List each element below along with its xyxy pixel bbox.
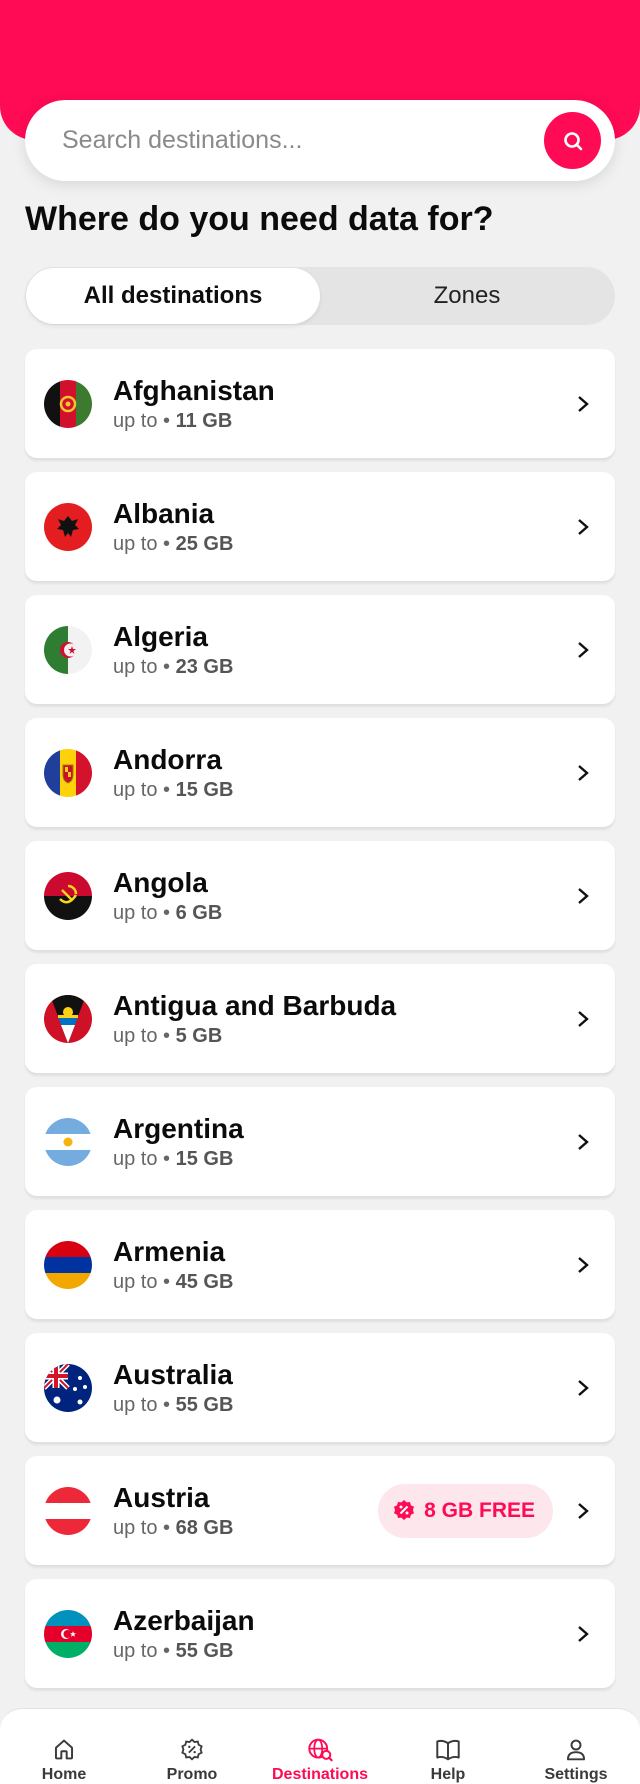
armenia-flag-icon <box>44 1240 92 1289</box>
chevron-right-icon <box>571 1007 595 1031</box>
nav-item-help[interactable]: Help <box>384 1709 512 1784</box>
data-amount: up to • 55 GB <box>113 1394 234 1416</box>
user-icon <box>566 1739 586 1761</box>
search-button[interactable] <box>544 112 601 169</box>
chevron-right-icon <box>571 1622 595 1646</box>
destination-item-andorra[interactable]: Andorra up to • 15 GB <box>25 718 615 827</box>
chevron-right-icon <box>571 761 595 785</box>
destination-item-azerbaijan[interactable]: Azerbaijan up to • 55 GB <box>25 1579 615 1688</box>
destination-item-angola[interactable]: Angola up to • 6 GB <box>25 841 615 950</box>
free-data-badge: 8 GB FREE <box>378 1483 553 1538</box>
chevron-right-icon <box>571 1130 595 1154</box>
country-name: Antigua and Barbuda <box>113 990 397 1021</box>
search-bar[interactable] <box>25 100 615 181</box>
nav-item-settings[interactable]: Settings <box>512 1709 640 1784</box>
country-name: Algeria <box>113 621 208 652</box>
destination-item-austria[interactable]: Austria up to • 68 GB 8 GB FREE <box>25 1456 615 1565</box>
nav-item-home[interactable]: Home <box>0 1709 128 1784</box>
country-name: Australia <box>113 1359 233 1390</box>
country-name: Andorra <box>113 744 222 775</box>
nav-label: Destinations <box>271 1766 368 1783</box>
afghanistan-flag-icon <box>44 379 92 428</box>
chevron-right-icon <box>571 884 595 908</box>
country-name: Albania <box>113 498 215 529</box>
australia-flag-icon <box>44 1363 92 1412</box>
tab-zones[interactable]: Zones <box>320 268 614 324</box>
country-name: Angola <box>113 867 208 898</box>
angola-flag-icon <box>44 871 92 920</box>
promo-icon <box>181 1738 203 1761</box>
chevron-right-icon <box>571 1499 595 1523</box>
algeria-flag-icon <box>44 625 92 674</box>
azerbaijan-flag-icon <box>44 1609 92 1658</box>
albania-flag-icon <box>44 502 92 551</box>
data-amount: up to • 45 GB <box>113 1271 234 1293</box>
globe-search-icon <box>308 1738 333 1762</box>
country-name: Austria <box>113 1482 210 1513</box>
destination-item-afghanistan[interactable]: Afghanistan up to • 11 GB <box>25 349 615 458</box>
nav-item-destinations[interactable]: Destinations <box>256 1709 384 1784</box>
country-name: Armenia <box>113 1236 226 1267</box>
chevron-right-icon <box>571 638 595 662</box>
nav-label: Help <box>430 1766 466 1783</box>
book-icon <box>436 1739 460 1761</box>
bottom-navigation: Home Promo Destinations Help Settings <box>0 1708 640 1784</box>
argentina-flag-icon <box>44 1117 92 1166</box>
nav-label: Home <box>41 1766 87 1783</box>
andorra-flag-icon <box>44 748 92 797</box>
country-name: Azerbaijan <box>113 1605 255 1636</box>
search-icon <box>563 131 582 150</box>
destination-item-algeria[interactable]: Algeria up to • 23 GB <box>25 595 615 704</box>
home-icon <box>54 1739 74 1760</box>
nav-label: Promo <box>166 1766 218 1783</box>
data-amount: up to • 55 GB <box>113 1640 234 1662</box>
data-amount: up to • 5 GB <box>113 1025 223 1047</box>
destination-tabs: All destinations Zones <box>25 267 615 325</box>
data-amount: up to • 68 GB <box>113 1517 234 1539</box>
data-amount: up to • 23 GB <box>113 656 234 678</box>
data-amount: up to • 15 GB <box>113 779 234 801</box>
page-title: Where do you need data for? <box>25 200 494 238</box>
free-data-label: 8 GB FREE <box>424 1498 535 1522</box>
data-amount: up to • 11 GB <box>113 410 233 432</box>
chevron-right-icon <box>571 515 595 539</box>
discount-icon <box>394 1499 415 1520</box>
tab-all-destinations[interactable]: All destinations <box>26 268 320 324</box>
nav-item-promo[interactable]: Promo <box>128 1709 256 1784</box>
nav-label: Settings <box>544 1766 608 1783</box>
destination-item-argentina[interactable]: Argentina up to • 15 GB <box>25 1087 615 1196</box>
data-amount: up to • 25 GB <box>113 533 234 555</box>
destination-item-armenia[interactable]: Armenia up to • 45 GB <box>25 1210 615 1319</box>
austria-flag-icon <box>44 1486 92 1535</box>
destination-item-albania[interactable]: Albania up to • 25 GB <box>25 472 615 581</box>
destination-item-antigua-and-barbuda[interactable]: Antigua and Barbuda up to • 5 GB <box>25 964 615 1073</box>
data-amount: up to • 15 GB <box>113 1148 234 1170</box>
search-input[interactable] <box>62 126 544 155</box>
country-name: Argentina <box>113 1113 244 1144</box>
antigua-flag-icon <box>44 994 92 1043</box>
country-name: Afghanistan <box>113 375 275 406</box>
data-amount: up to • 6 GB <box>113 902 223 924</box>
chevron-right-icon <box>571 1253 595 1277</box>
destination-item-australia[interactable]: Australia up to • 55 GB <box>25 1333 615 1442</box>
chevron-right-icon <box>571 392 595 416</box>
chevron-right-icon <box>571 1376 595 1400</box>
